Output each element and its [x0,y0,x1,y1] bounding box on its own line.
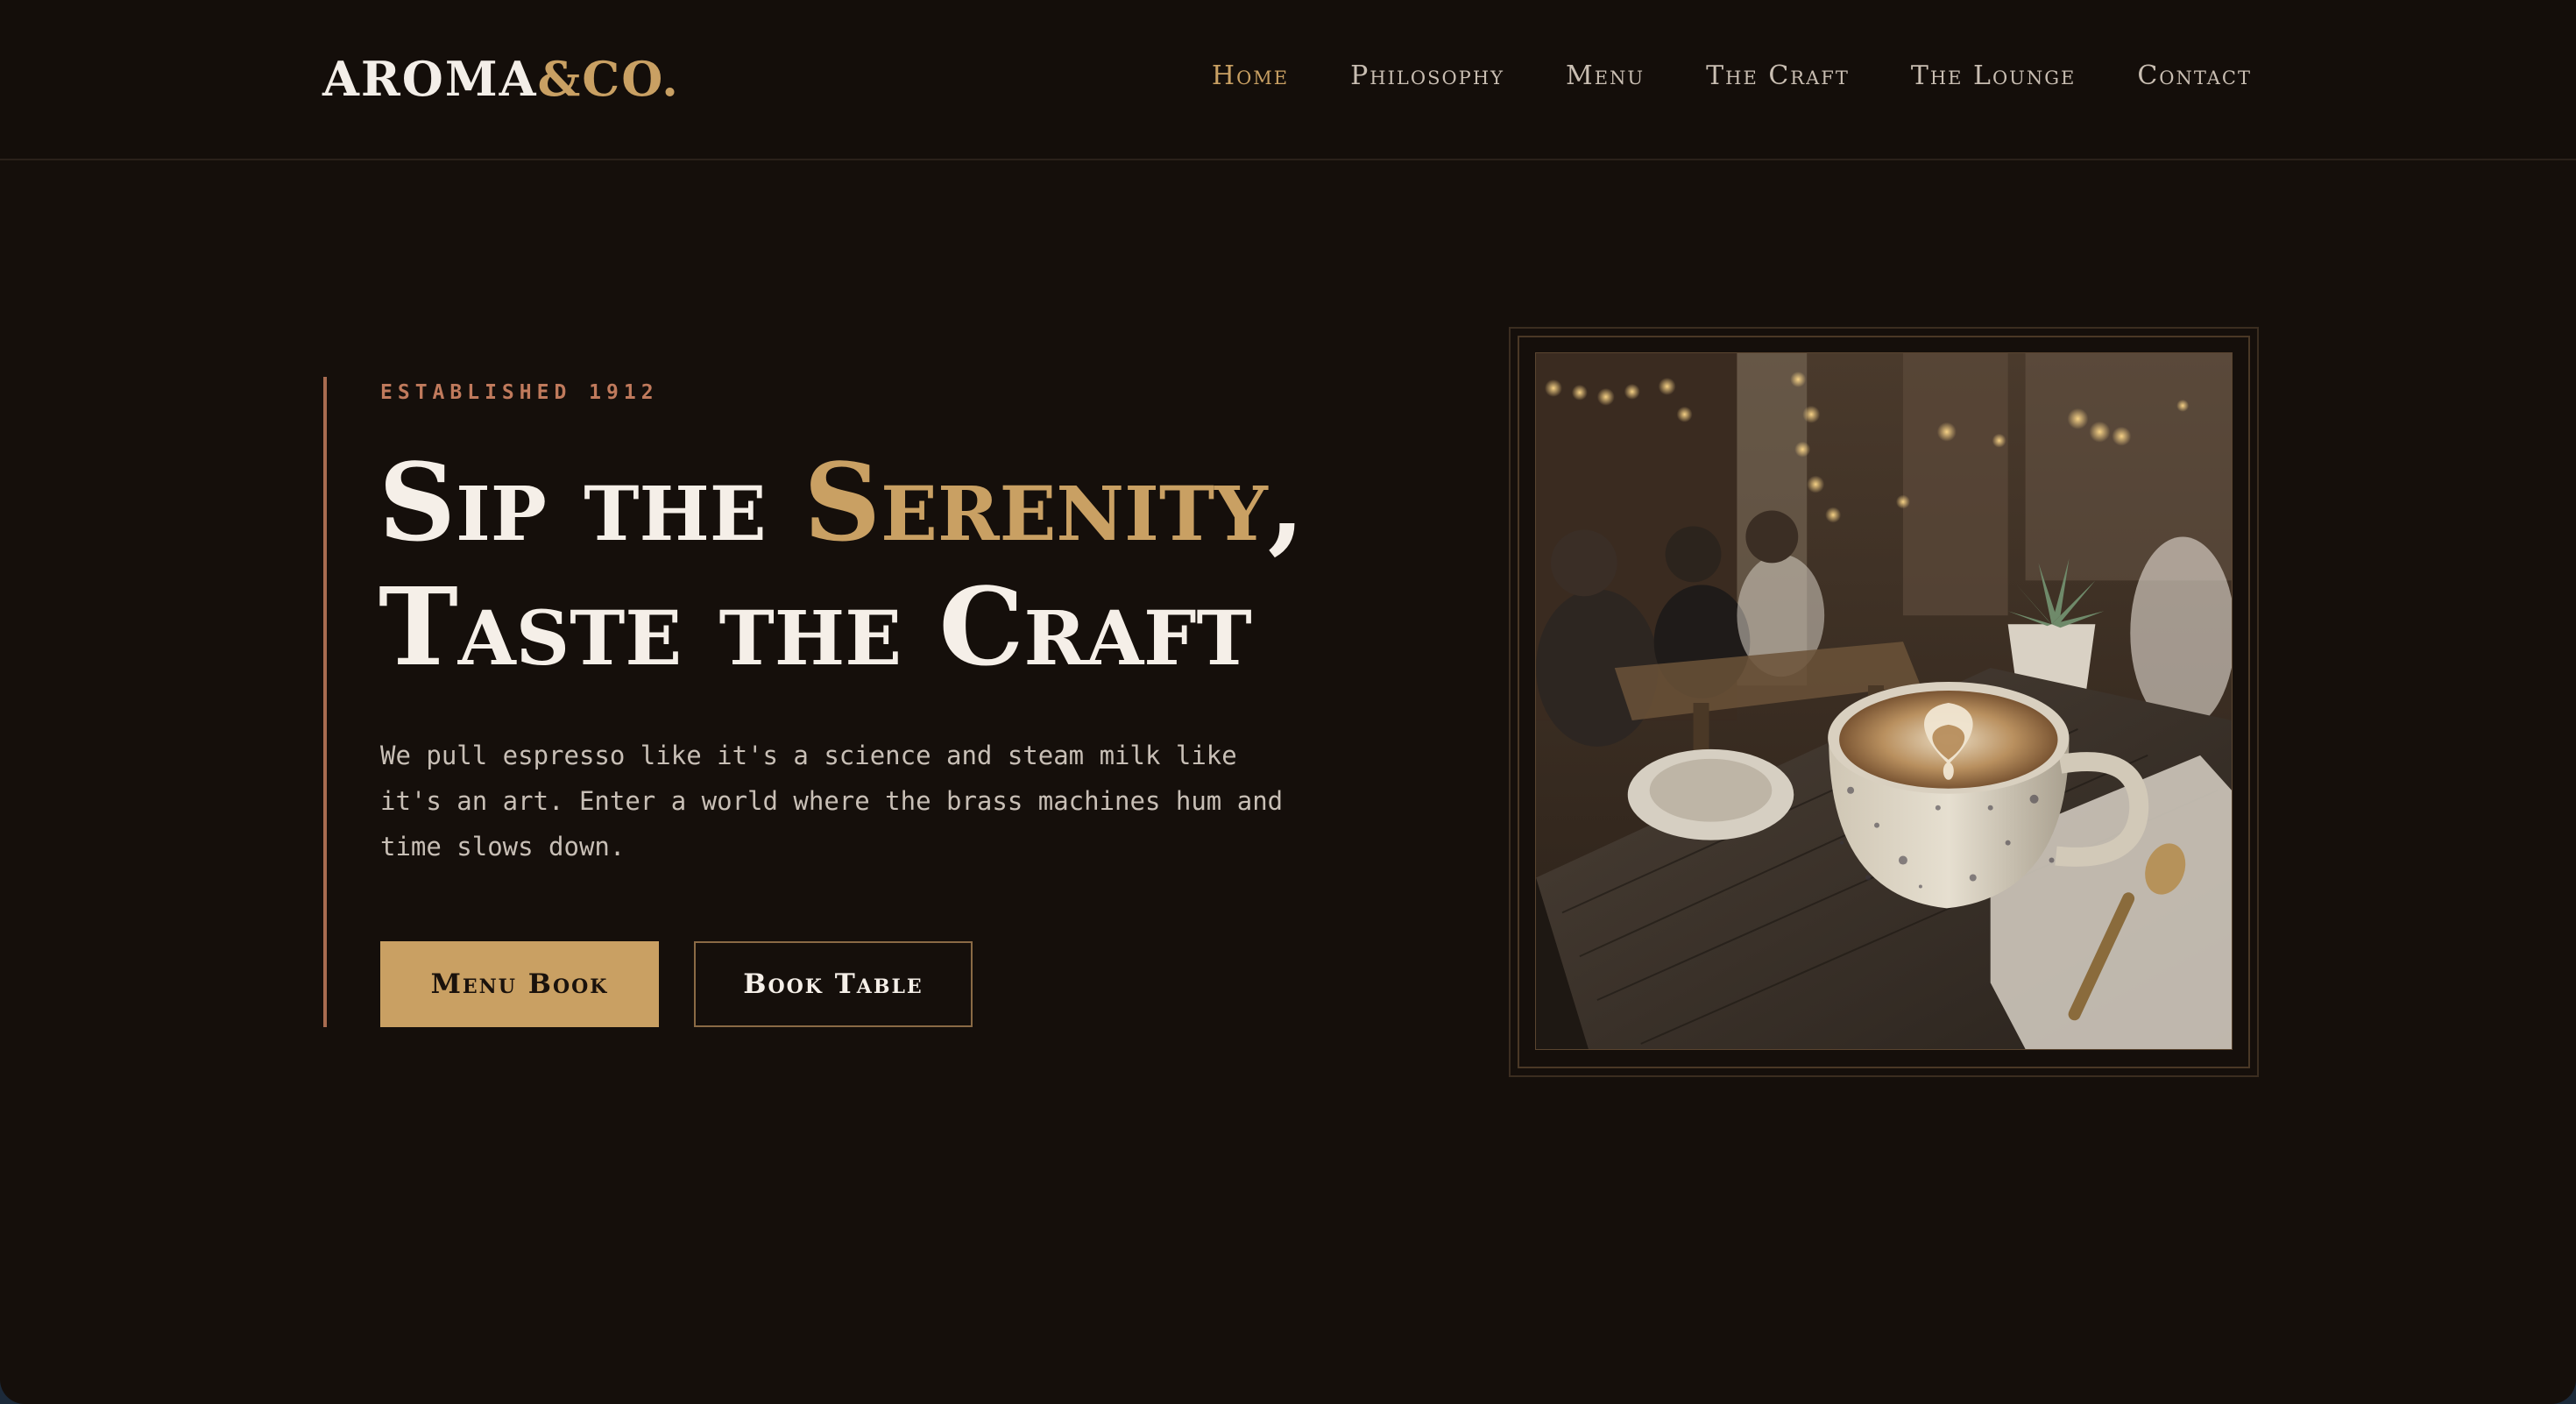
cafe-latte-illustration [1536,353,2232,1049]
top-navigation: AROMA&CO. Home Philosophy Menu The Craft… [0,0,2576,160]
brand-logo[interactable]: AROMA&CO. [322,46,680,112]
hero-headline-line-2: Taste the Craft [379,564,1252,690]
nav-item-philosophy[interactable]: Philosophy [1350,54,1504,98]
menu-book-button[interactable]: Menu Book [380,941,659,1027]
hero-headline: Sip the Serenity, Taste the Craft [379,440,1412,689]
nav-item-home[interactable]: Home [1212,54,1289,98]
nav-links: Home Philosophy Menu The Craft The Loung… [1212,54,2252,98]
hero-eyebrow: ESTABLISHED 1912 [380,381,659,404]
hero-headline-part1: Sip the [379,439,804,565]
hero-accent-rule [323,377,327,1027]
brand-name: AROMA [322,51,538,107]
nav-item-the-craft[interactable]: The Craft [1706,54,1850,98]
hero-headline-line-1: Sip the Serenity, [379,440,1412,564]
nav-item-contact[interactable]: Contact [2137,54,2252,98]
hero-description: We pull espresso like it's a science and… [380,741,1284,862]
browser-window: AROMA&CO. Home Philosophy Menu The Craft… [0,0,2576,1404]
book-table-button[interactable]: Book Table [694,941,973,1027]
hero-headline-part2: , [1267,439,1306,565]
hero-headline-accent: Serenity [803,439,1268,565]
brand-name-accent: &CO. [537,51,680,107]
nav-item-menu[interactable]: Menu [1566,54,1645,98]
nav-item-the-lounge[interactable]: The Lounge [1911,54,2077,98]
cafe-latte-photo [1535,352,2233,1050]
